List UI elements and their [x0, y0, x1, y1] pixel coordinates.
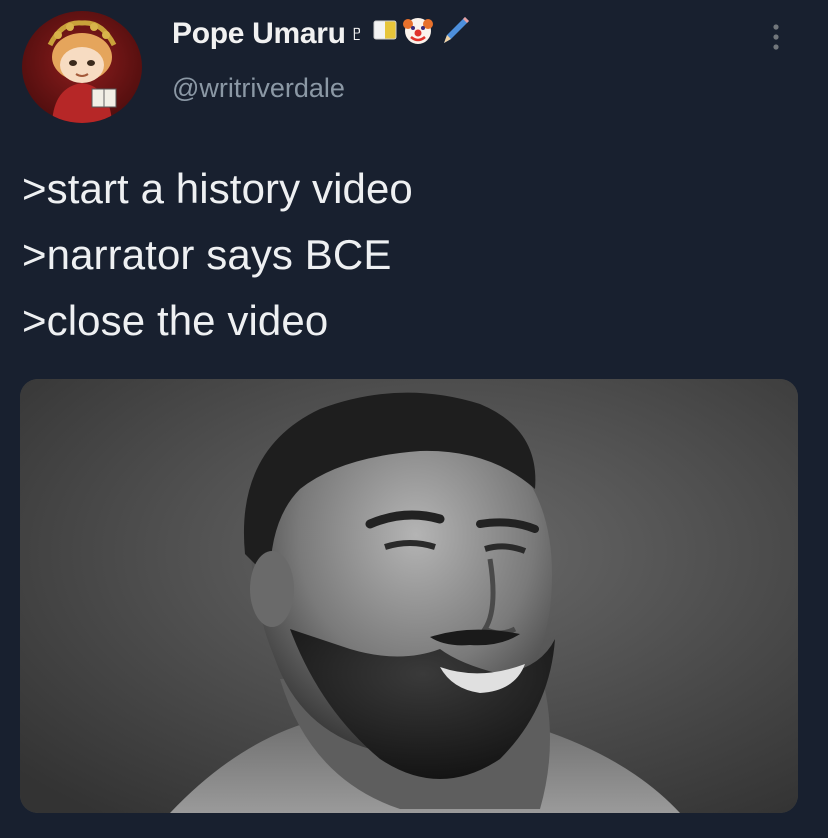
- tweet-line: >close the video: [22, 297, 329, 344]
- flag-icon: [372, 17, 398, 51]
- pencil-icon: [438, 13, 472, 55]
- avatar[interactable]: [22, 11, 142, 123]
- tweet-line: >start a history video: [22, 165, 413, 212]
- more-options-icon[interactable]: [764, 18, 788, 58]
- cartoon-character-avatar-icon: [22, 11, 142, 123]
- author-handle[interactable]: @writriverdale: [172, 73, 345, 104]
- tweet-text: >start a history video >narrator says BC…: [22, 156, 802, 354]
- tweet-line: >narrator says BCE: [22, 231, 392, 278]
- author-display-name[interactable]: Pope Umaru♇: [172, 17, 368, 51]
- clown-face-icon: [402, 14, 434, 54]
- tweet-media-photo[interactable]: [20, 379, 798, 813]
- grayscale-portrait-photo-icon: [20, 379, 798, 813]
- author-display-name-row[interactable]: Pope Umaru♇: [172, 14, 472, 54]
